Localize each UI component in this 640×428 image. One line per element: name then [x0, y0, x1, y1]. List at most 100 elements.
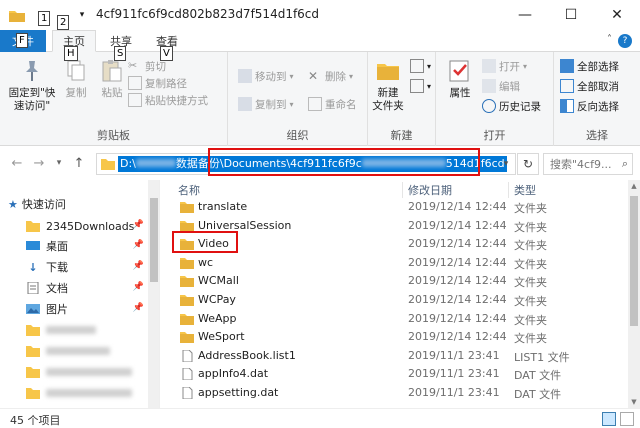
file-date: 2019/12/14 12:44 — [408, 330, 507, 344]
move-to-button[interactable]: 移动到 ▾ — [238, 68, 294, 84]
pin-quick-access-button[interactable]: 固定到"快 速访问" — [4, 58, 60, 113]
organize-group: 移动到 ▾ 复制到 ▾ ✕ 删除 ▾ 重命名 组织 — [228, 52, 368, 146]
file-list-scrollbar[interactable]: ▲ ▼ — [628, 180, 640, 408]
nav-item-desktop[interactable]: 桌面 📌 — [26, 236, 148, 256]
minimize-button[interactable]: — — [502, 0, 548, 30]
search-input[interactable]: 搜索"4cf9... ⌕ — [543, 153, 633, 175]
column-separator[interactable] — [402, 182, 403, 198]
folder-icon — [180, 313, 194, 325]
help-icon[interactable]: ? — [618, 34, 632, 48]
back-arrow-icon[interactable]: ← — [8, 154, 26, 172]
file-type: DAT 文件 — [514, 369, 562, 383]
select-all-button[interactable]: 全部选择 — [560, 58, 619, 74]
delete-button[interactable]: ✕ 删除 ▾ — [308, 68, 353, 84]
file-row[interactable]: translate 2019/12/14 12:44 文件夹 — [166, 198, 626, 217]
properties-icon — [449, 60, 469, 82]
file-row[interactable]: AddressBook.list1 2019/11/1 23:41 LIST1 文件 — [166, 347, 626, 366]
customize-toolbar-icon[interactable]: ▾ — [76, 6, 88, 24]
keytip-view: V — [160, 46, 173, 61]
file-row[interactable]: WCMall 2019/12/14 12:44 文件夹 — [166, 272, 626, 291]
copy-path-button[interactable]: 复制路径 — [128, 75, 187, 91]
new-item-button[interactable]: ▾ — [410, 58, 431, 74]
pin-icon: 📌 — [132, 261, 144, 271]
pin-icon: 📌 — [132, 303, 144, 313]
file-date: 2019/11/1 23:41 — [408, 367, 500, 381]
scroll-down-icon[interactable]: ▼ — [628, 396, 640, 408]
open-button[interactable]: 打开 ▾ — [482, 58, 527, 74]
nav-scrollbar[interactable] — [148, 180, 159, 408]
nav-item-redacted[interactable] — [26, 320, 148, 340]
select-group-label: 选择 — [586, 129, 608, 142]
chevron-up-icon[interactable]: ˄ — [607, 34, 612, 45]
file-row[interactable]: appsetting.dat 2019/11/1 23:41 DAT 文件 — [166, 384, 626, 403]
edit-label: 编辑 — [499, 80, 520, 93]
paste-shortcut-button[interactable]: 粘贴快捷方式 — [128, 92, 208, 108]
chevron-down-icon: ▾ — [427, 81, 432, 91]
column-header-name[interactable]: 名称 — [178, 180, 200, 200]
edit-button[interactable]: 编辑 — [482, 78, 520, 94]
copy-button[interactable]: 复制 — [60, 58, 92, 100]
chevron-down-icon[interactable]: ▾ — [497, 154, 515, 174]
redacted-label — [46, 368, 132, 376]
easy-access-button[interactable]: ▾ — [410, 78, 431, 94]
new-folder-button[interactable]: 新建 文件夹 — [368, 58, 408, 113]
folder-icon[interactable] — [8, 6, 26, 24]
copy-to-button[interactable]: 复制到 ▾ — [238, 96, 294, 112]
maximize-button[interactable]: ☐ — [548, 0, 594, 30]
nav-item-documents[interactable]: 文档 📌 — [26, 278, 148, 298]
nav-item-pictures[interactable]: 图片 📌 — [26, 299, 148, 319]
address-path[interactable]: D:\ 数据备份\Documents\4cf911fc6f9c 514d1f6cd — [118, 156, 507, 172]
file-row[interactable]: WCPay 2019/12/14 12:44 文件夹 — [166, 291, 626, 310]
invert-selection-button[interactable]: 反向选择 — [560, 98, 619, 114]
window-title: 4cf911fc6f9cd802b823d7f514d1f6cd — [96, 7, 320, 21]
nav-item-label: 2345Downloads — [46, 219, 135, 233]
file-row[interactable]: appInfo4.dat 2019/11/1 23:41 DAT 文件 — [166, 365, 626, 384]
file-row[interactable]: UniversalSession 2019/12/14 12:44 文件夹 — [166, 217, 626, 236]
nav-item-redacted[interactable] — [26, 341, 148, 361]
nav-item-downloads[interactable]: ↓ 下载 📌 — [26, 257, 148, 277]
download-icon: ↓ — [28, 261, 38, 274]
column-header-type[interactable]: 类型 — [514, 180, 536, 200]
file-row[interactable]: WeSport 2019/12/14 12:44 文件夹 — [166, 328, 626, 347]
paste-button[interactable]: 粘贴 — [94, 58, 130, 100]
history-button[interactable]: 历史记录 — [482, 98, 541, 114]
properties-button[interactable]: 属性 — [442, 58, 478, 100]
scrollbar-thumb[interactable] — [150, 198, 158, 282]
recent-locations-icon[interactable]: ▾ — [50, 154, 68, 172]
file-type: LIST1 文件 — [514, 350, 570, 364]
scroll-up-icon[interactable]: ▲ — [628, 180, 640, 192]
file-name: appsetting.dat — [198, 386, 279, 399]
column-separator[interactable] — [508, 182, 509, 198]
scrollbar-thumb[interactable] — [630, 196, 638, 326]
desktop-icon — [26, 241, 40, 250]
nav-item-redacted[interactable] — [26, 383, 148, 403]
large-icons-view-icon[interactable] — [620, 412, 634, 426]
file-type: 文件夹 — [514, 239, 547, 253]
organize-group-label: 组织 — [286, 129, 309, 142]
new-folder-label: 新建 文件夹 — [372, 87, 404, 112]
up-arrow-icon[interactable]: ↑ — [70, 154, 88, 172]
column-type-label: 类型 — [514, 184, 536, 197]
keytip-quick-2: 2 — [57, 15, 70, 30]
address-bar[interactable]: D:\ 数据备份\Documents\4cf911fc6f9c 514d1f6cd … — [96, 153, 516, 175]
details-view-icon[interactable] — [602, 412, 616, 426]
move-icon — [238, 69, 252, 83]
redacted-label — [46, 347, 110, 355]
forward-arrow-icon[interactable]: → — [30, 154, 48, 172]
close-button[interactable]: ✕ — [594, 0, 640, 30]
address-row: ← → ▾ ↑ D:\ 数据备份\Documents\4cf911fc6f9c 51… — [0, 146, 640, 180]
file-row[interactable]: Video 2019/12/14 12:44 文件夹 — [166, 235, 626, 254]
file-icon — [182, 349, 193, 362]
file-row[interactable]: wc 2019/12/14 12:44 文件夹 — [166, 254, 626, 273]
nav-item-2345downloads[interactable]: 2345Downloads 📌 — [26, 216, 148, 236]
navigation-pane: ★ 快速访问 2345Downloads 📌 桌面 📌 ↓ 下载 📌 文档 📌 … — [0, 180, 160, 408]
select-none-button[interactable]: 全部取消 — [560, 78, 619, 94]
refresh-icon[interactable]: ↻ — [517, 153, 539, 175]
ribbon: H S V 固定到"快 速访问" 复制 粘贴 ✂ 剪切 复制路径 粘贴快捷方式 剪… — [0, 46, 640, 146]
folder-icon — [180, 257, 194, 269]
rename-button[interactable]: 重命名 — [308, 96, 357, 112]
column-header-date[interactable]: 修改日期 — [408, 180, 452, 200]
nav-item-redacted[interactable] — [26, 362, 148, 382]
file-row[interactable]: WeApp 2019/12/14 12:44 文件夹 — [166, 310, 626, 329]
nav-quick-access[interactable]: ★ 快速访问 — [8, 194, 156, 214]
